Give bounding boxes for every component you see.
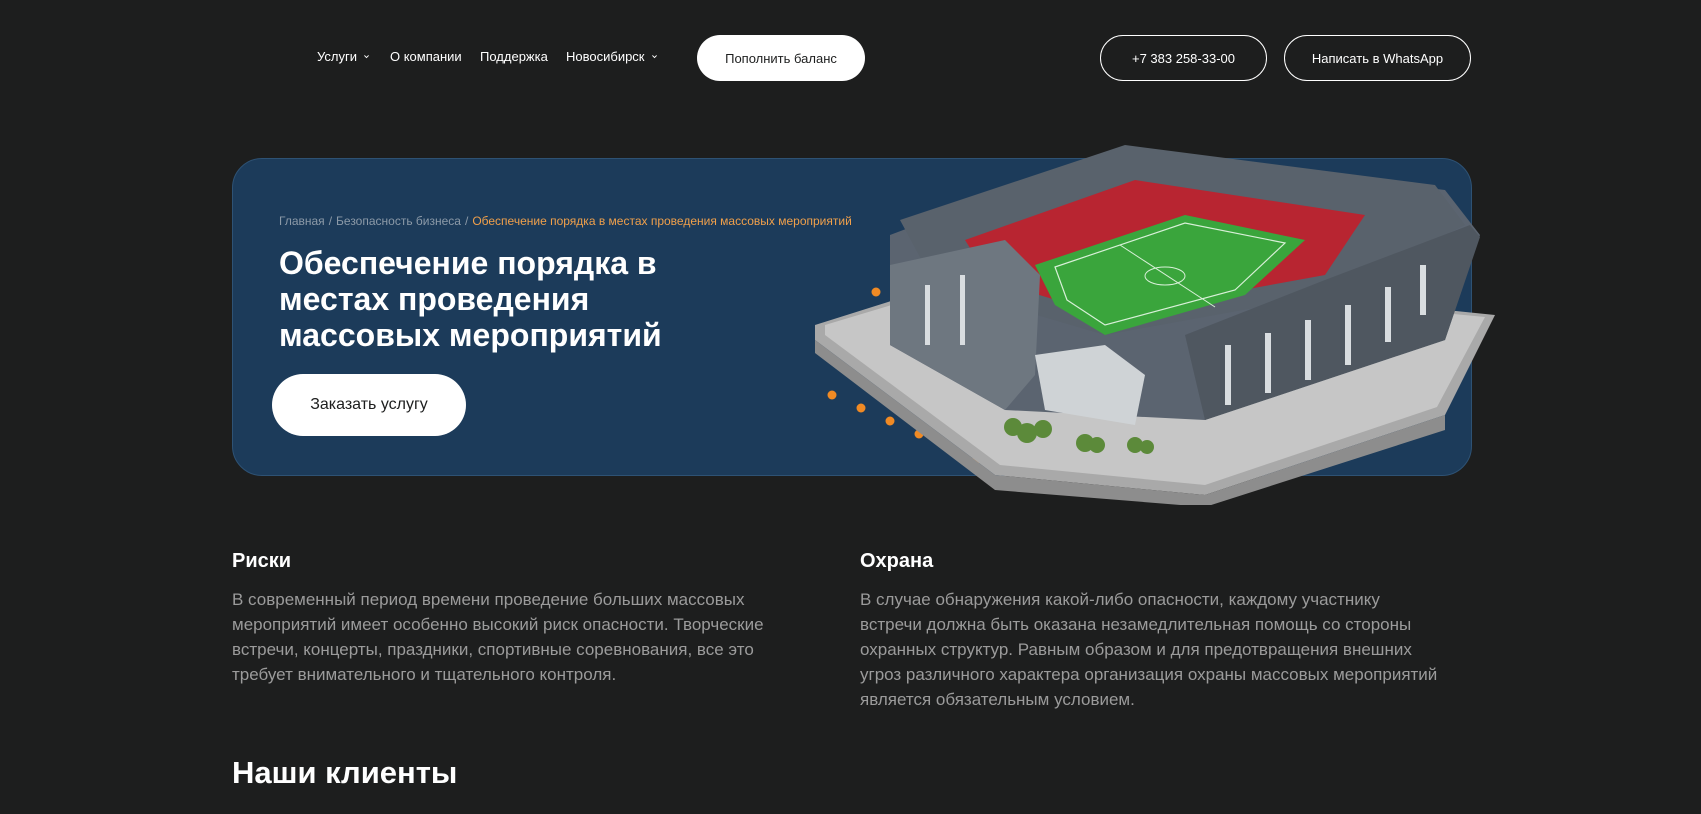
risks-title: Риски [232, 550, 292, 572]
breadcrumb: Главная / Безопасность бизнеса / Обеспечение… [279, 214, 852, 228]
breadcrumb-separator: / [328, 214, 333, 228]
nav-city-selector[interactable]: Новосибирск [566, 49, 658, 64]
nav-city-label: Новосибирск [566, 49, 645, 64]
nav-services-label: Услуги [317, 49, 357, 64]
stadium-illustration [815, 145, 1495, 505]
nav-about-label: О компании [390, 49, 462, 64]
security-section: Охрана В случае обнаружения какой-либо о… [860, 550, 1440, 712]
nav-support-label: Поддержка [480, 49, 548, 64]
clients-heading: Наши клиенты [232, 755, 458, 790]
breadcrumb-separator: / [464, 214, 469, 228]
site-header: Услуги О компании Поддержка Новосибирск … [0, 0, 1701, 118]
whatsapp-button[interactable]: Написать в WhatsApp [1284, 35, 1471, 81]
breadcrumb-home[interactable]: Главная [279, 214, 325, 228]
order-service-button[interactable]: Заказать услугу [272, 374, 466, 436]
risks-text: В современный период времени проведение … [232, 590, 764, 684]
breadcrumb-section[interactable]: Безопасность бизнеса [336, 214, 461, 228]
top-up-balance-button[interactable]: Пополнить баланс [697, 35, 865, 81]
risks-section: Риски В современный период времени прове… [232, 550, 812, 687]
page-title: Обеспечение порядка в местах проведения … [279, 245, 662, 353]
nav-services[interactable]: Услуги [317, 49, 370, 64]
chevron-down-icon [651, 55, 657, 59]
security-text: В случае обнаружения какой-либо опасност… [860, 590, 1438, 709]
breadcrumb-current: Обеспечение порядка в местах проведения … [472, 214, 852, 228]
chevron-down-icon [364, 55, 369, 59]
security-title: Охрана [860, 550, 934, 572]
nav-about[interactable]: О компании [390, 49, 462, 64]
nav-support[interactable]: Поддержка [480, 49, 548, 64]
phone-button[interactable]: +7 383 258-33-00 [1100, 35, 1267, 81]
